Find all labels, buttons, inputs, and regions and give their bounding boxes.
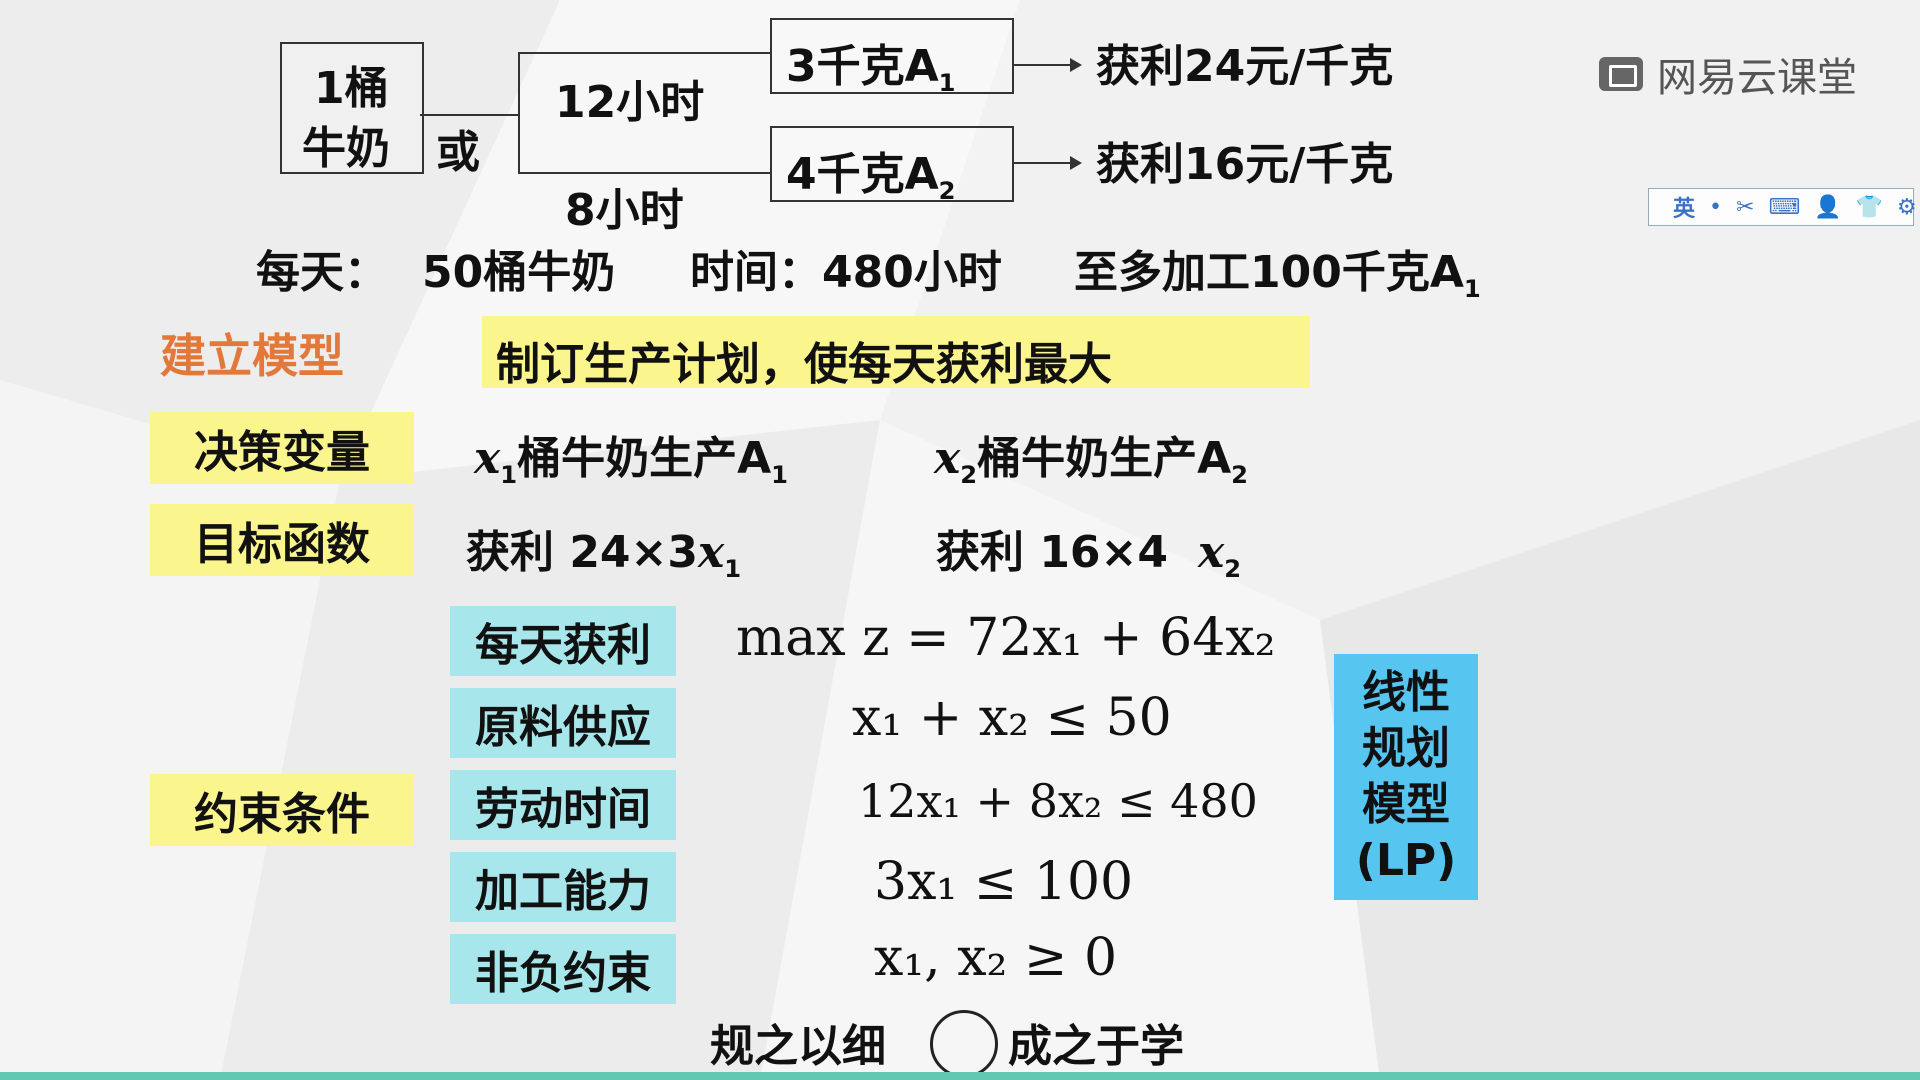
person-icon[interactable]: 👤 xyxy=(1814,195,1841,220)
objective-profit2-var: x xyxy=(1198,527,1225,578)
objective-profit1-var: x xyxy=(698,527,725,578)
or-label: 或 xyxy=(436,127,480,178)
constraint-expr-0: max z = 72x₁ + 64x₂ xyxy=(736,608,1276,668)
lp-line1: 线性 xyxy=(1362,667,1450,718)
objective-profit2-sub: 2 xyxy=(1224,554,1242,583)
constraint-label-1: 原料供应 xyxy=(450,688,676,758)
objective-profit1-sub: 1 xyxy=(724,554,742,583)
settings-icon[interactable]: ⚙ xyxy=(1897,195,1917,220)
time-8h: 8小时 xyxy=(565,185,684,236)
product-a1-sub: 1 xyxy=(938,68,956,97)
objective-label: 目标函数 xyxy=(150,504,414,576)
decision-x1-sub: 1 xyxy=(500,460,518,489)
milk-box-line1: 1桶 xyxy=(314,63,389,114)
constraint-label-0: 每天获利 xyxy=(450,606,676,676)
keyboard-icon[interactable]: ⌨ xyxy=(1768,195,1800,220)
profit-a2: 获利16元/千克 xyxy=(1096,139,1394,190)
time-12h: 12小时 xyxy=(555,77,705,128)
model-title: 建立模型 xyxy=(160,329,344,383)
decision-x2-var: x xyxy=(934,433,961,484)
daily-limit-prefix: 至多加工100千克A xyxy=(1074,247,1464,298)
shirt-icon[interactable]: 👕 xyxy=(1856,195,1883,220)
punctuation-icon[interactable]: • xyxy=(1709,195,1722,220)
arrow-a2-head xyxy=(1070,156,1082,170)
decision-label: 决策变量 xyxy=(150,412,414,484)
slide: 1桶 牛奶 或 12小时 8小时 3千克A1 4千克A2 获利24元/千克 获利… xyxy=(0,0,1920,1080)
input-toolbar[interactable]: 英 • ✂ ⌨ 👤 👕 ⚙ xyxy=(1648,188,1917,226)
objective-profit2: 获利 16×4 x2 xyxy=(936,516,1241,583)
arrow-a1-head xyxy=(1070,58,1082,72)
daily-milk: 50桶牛奶 xyxy=(422,247,616,298)
constraint-label-2: 劳动时间 xyxy=(450,770,676,840)
scissors-icon[interactable]: ✂ xyxy=(1736,195,1754,220)
brand: 网易云课堂 xyxy=(1599,45,1857,103)
lang-toggle[interactable]: 英 xyxy=(1673,191,1695,223)
decision-x2-sub: 2 xyxy=(960,460,978,489)
brand-logo-icon xyxy=(1599,57,1643,91)
arrow-a1 xyxy=(1012,64,1072,66)
decision-x2-text: 桶牛奶生产A xyxy=(977,433,1232,484)
decision-x2-text-sub: 2 xyxy=(1231,460,1248,489)
objective-profit1: 获利 24×3x1 xyxy=(466,516,741,583)
decision-x2: x2桶牛奶生产A2 xyxy=(934,422,1248,489)
product-a1-prefix: 3千克A xyxy=(786,41,939,92)
constraint-expr-1: x₁ + x₂ ≤ 50 xyxy=(852,688,1172,748)
bottom-progress-strip xyxy=(0,1072,1920,1080)
objective-profit2-text: 获利 16×4 xyxy=(936,527,1169,578)
footer-logo-icon xyxy=(930,1010,998,1078)
objective-profit1-text: 获利 24×3 xyxy=(466,527,699,578)
lp-line3: 模型 xyxy=(1362,779,1450,830)
profit-a1: 获利24元/千克 xyxy=(1096,41,1394,92)
goal-text: 制订生产计划，使每天获利最大 xyxy=(496,339,1112,390)
constraints-label: 约束条件 xyxy=(150,774,414,846)
product-a2-prefix: 4千克A xyxy=(786,149,939,200)
constraint-expr-4: x₁, x₂ ≥ 0 xyxy=(874,928,1118,988)
daily-limit: 至多加工100千克A1 xyxy=(1074,236,1481,303)
decision-x1-var: x xyxy=(474,433,501,484)
footer-left-text: 规之以细 xyxy=(710,1021,886,1072)
daily-time: 时间：480小时 xyxy=(690,247,1002,298)
constraint-label-4: 非负约束 xyxy=(450,934,676,1004)
product-a2-sub: 2 xyxy=(938,176,956,205)
connector-left-stub xyxy=(420,114,518,116)
product-a2-label: 4千克A2 xyxy=(786,138,956,205)
lp-line4: (LP) xyxy=(1355,835,1457,886)
decision-x1: x1桶牛奶生产A1 xyxy=(474,422,788,489)
constraint-expr-3: 3x₁ ≤ 100 xyxy=(874,852,1134,912)
connector-top xyxy=(518,52,772,54)
lp-model-box: 线性 规划 模型 (LP) xyxy=(1334,654,1478,900)
milk-box-line2: 牛奶 xyxy=(302,123,390,174)
arrow-a2 xyxy=(1012,162,1072,164)
daily-label: 每天： xyxy=(256,247,388,298)
decision-x1-text-sub: 1 xyxy=(771,460,788,489)
constraint-expr-2: 12x₁ + 8x₂ ≤ 480 xyxy=(858,774,1258,828)
connector-vertical xyxy=(518,52,520,172)
constraint-label-3: 加工能力 xyxy=(450,852,676,922)
daily-limit-sub: 1 xyxy=(1463,274,1481,303)
brand-name: 网易云课堂 xyxy=(1657,55,1857,101)
decision-x1-text: 桶牛奶生产A xyxy=(517,433,772,484)
product-a1-label: 3千克A1 xyxy=(786,30,956,97)
footer-right-text: 成之于学 xyxy=(1008,1021,1184,1072)
lp-line2: 规划 xyxy=(1362,723,1450,774)
